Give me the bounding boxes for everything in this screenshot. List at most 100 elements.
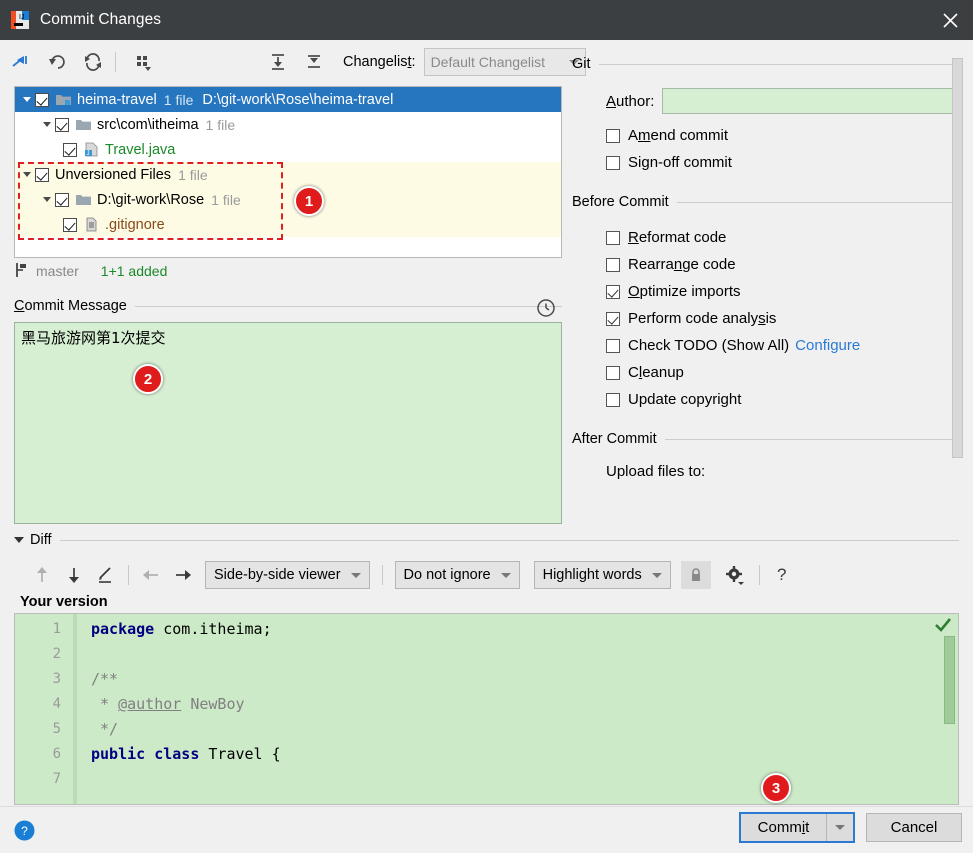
tree-row-travel-java[interactable]: J Travel.java [15,137,561,162]
revert-icon[interactable] [42,48,72,76]
edit-source-icon[interactable] [90,561,122,589]
chevron-expanded-icon[interactable] [39,122,55,127]
lock-icon[interactable] [680,561,711,589]
tree-checkbox[interactable] [35,167,49,182]
section-divider [676,201,962,203]
tree-row-rose-folder[interactable]: D:\git-work\Rose 1 file [15,187,561,212]
chevron-down-icon [500,572,511,578]
commit-button-label[interactable]: Comm i t [741,814,827,841]
after-commit-section-header: After Commit [572,431,962,447]
checkbox-box[interactable] [606,257,620,272]
checkbox-label: Check TODO (Show All) [628,337,790,354]
tree-checkbox[interactable] [63,142,77,157]
tree-row-src-com-itheima[interactable]: src\com\itheima 1 file [15,112,561,137]
before-commit-label: Before Commit [572,194,669,210]
commit-message-section-header: Commit Message [14,298,562,314]
checkbox-cleanup[interactable]: Cleanup [606,359,962,386]
tree-row-label: .gitignore [105,216,165,233]
annotation-badge-3: 3 [761,773,791,803]
checkbox-label: Sign-off commit [628,154,732,171]
section-divider [598,63,962,65]
refresh-icon[interactable] [78,48,108,76]
chevron-expanded-icon[interactable] [19,97,35,102]
line-number: 1 [52,621,61,637]
next-difference-icon[interactable] [58,561,90,589]
changelist-select[interactable]: Default Changelist [423,48,586,76]
title-bar: IJ Commit Changes [0,0,973,40]
tree-row-unversioned-files[interactable]: Unversioned Files 1 file [15,162,561,187]
collapse-all-icon[interactable] [299,48,329,76]
diff-code-pane[interactable]: 1 2 3 4 5 6 7 package com.itheima; /** *… [14,613,959,805]
highlight-mode-select[interactable]: Highlight words [533,561,671,589]
tree-row-heima-travel[interactable]: heima-travel 1 file D:\git-work\Rose\hei… [15,87,561,112]
annotation-badge-1: 1 [294,186,324,216]
tree-row-label: Travel.java [105,141,176,158]
close-icon[interactable] [927,0,973,40]
commit-changes-dialog: IJ Commit Changes Changelist: Default Ch… [0,0,973,853]
commit-button[interactable]: Comm i t [739,812,855,843]
help-circle-icon[interactable]: ? [14,820,35,846]
tree-checkbox[interactable] [55,192,69,207]
checkbox-perform-code-analysis[interactable]: Perform code analysis [606,305,962,332]
apply-right-icon[interactable] [167,561,199,589]
checkbox-label: Amend commit [628,127,729,144]
checkmark-ok-icon [934,617,952,638]
checkbox-optimize-imports[interactable]: Optimize imports [606,278,962,305]
checkbox-amend-commit[interactable]: Amend commit [606,122,962,149]
folder-icon [75,117,92,132]
diff-scrollbar[interactable] [944,636,955,724]
author-input[interactable] [662,88,957,114]
viewer-mode-select[interactable]: Side-by-side viewer [205,561,370,589]
tree-checkbox[interactable] [55,117,69,132]
previous-difference-icon[interactable] [26,561,58,589]
ignore-mode-select[interactable]: Do not ignore [394,561,520,589]
chevron-expanded-icon[interactable] [19,172,35,177]
code-line: * @author NewBoy [91,695,245,713]
apply-left-icon[interactable] [135,561,167,589]
gear-icon[interactable] [719,561,751,589]
checkbox-check-todo[interactable]: Check TODO (Show All) Configure [606,332,962,359]
branch-stats: 1+1 added [100,263,168,279]
checkbox-box[interactable] [606,230,620,245]
chevron-down-icon[interactable] [827,814,853,841]
code-content[interactable]: package com.itheima; /** * @author NewBo… [77,614,958,804]
checkbox-box[interactable] [606,311,620,326]
chevron-down-icon [651,572,662,578]
checkbox-box[interactable] [606,155,620,170]
tree-row-gitignore[interactable]: .gitignore [15,212,561,237]
checkbox-box[interactable] [606,284,620,299]
toolbar-separator [381,565,383,585]
checkbox-box[interactable] [606,365,620,380]
checkbox-sign-off-commit[interactable]: Sign-off commit [606,149,962,176]
chevron-down-icon [350,572,361,578]
highlight-mode-value: Highlight words [542,567,642,583]
checkbox-update-copyright[interactable]: Update copyright [606,386,962,413]
changes-tree[interactable]: heima-travel 1 file D:\git-work\Rose\hei… [14,86,562,258]
configure-link[interactable]: Configure [795,337,860,354]
chevron-down-icon[interactable] [14,537,24,543]
options-panel-scrollbar[interactable] [952,58,963,458]
checkbox-reformat-code[interactable]: Reformat code [606,224,962,251]
diff-section-label: Diff [30,532,52,548]
toolbar-separator [115,52,116,72]
question-mark-icon[interactable]: ? [766,561,798,589]
upload-files-label: Upload files to: [606,463,706,480]
tree-checkbox[interactable] [63,217,77,232]
checkbox-box[interactable] [606,128,620,143]
diff-section-header[interactable]: Diff [14,532,959,548]
checkbox-rearrange-code[interactable]: Rearrange code [606,251,962,278]
tree-checkbox[interactable] [35,92,49,107]
expand-all-icon[interactable] [263,48,293,76]
group-by-icon[interactable] [129,48,159,76]
line-number: 6 [52,746,61,762]
git-branch-icon [14,262,28,281]
chevron-expanded-icon[interactable] [39,197,55,202]
clock-history-icon[interactable] [536,298,556,323]
cancel-button[interactable]: Cancel [866,813,962,842]
collapse-to-selection-icon[interactable] [6,48,36,76]
checkbox-box[interactable] [606,338,620,353]
commit-message-input[interactable]: 黑马旅游网第1次提交 [14,322,562,524]
checkbox-box[interactable] [606,392,620,407]
